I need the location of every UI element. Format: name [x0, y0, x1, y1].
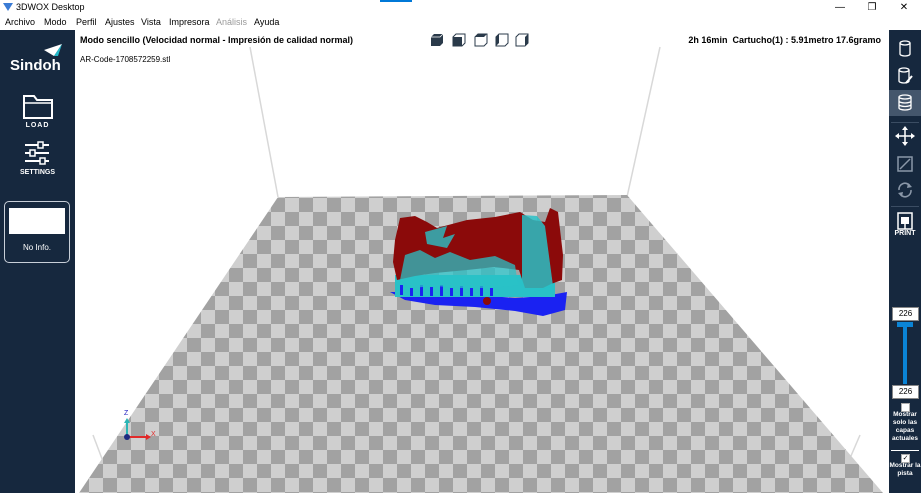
window-title: 3DWOX Desktop — [16, 2, 85, 12]
model-bit — [483, 297, 491, 305]
app-logo-icon — [3, 3, 13, 11]
show-track-label: Mostrar la pista — [889, 462, 921, 477]
menu-vista[interactable]: Vista — [141, 17, 161, 27]
layer-slider-fill — [903, 322, 907, 384]
left-sidebar: Sindoh LOAD SETTINGS No Info. — [0, 30, 75, 493]
settings-button[interactable]: SETTINGS — [10, 138, 65, 180]
axis-x-label: X — [151, 431, 156, 438]
mode-text: Modo sencillo (Velocidad normal - Impres… — [80, 35, 354, 45]
move-icon[interactable] — [889, 126, 921, 146]
print-button[interactable]: PRINT — [889, 212, 921, 240]
show-current-layers-label: Mostrar solo las capas actuales — [891, 411, 919, 442]
model-filename: AR-Code-1708572259.stl — [80, 55, 171, 64]
layer-slider-track[interactable] — [903, 322, 907, 384]
brand-mark-icon — [44, 44, 62, 56]
right-toolbar: PRINT 226 226 Mostrar solo las capas act… — [889, 30, 921, 493]
printer-icon — [897, 212, 913, 230]
menu-impresora[interactable]: Impresora — [169, 17, 210, 27]
info-preview — [9, 208, 65, 234]
print-time: 2h 16min — [688, 35, 728, 45]
minimize-button[interactable]: — — [825, 0, 855, 15]
restore-button[interactable]: ❐ — [857, 0, 887, 15]
layer-bottom-value[interactable]: 226 — [892, 385, 919, 399]
toolbar-separator — [891, 206, 919, 207]
layers-stack-icon — [898, 94, 912, 111]
view-right-icon[interactable] — [515, 33, 529, 47]
print-label: PRINT — [894, 230, 916, 237]
load-label: LOAD — [25, 122, 50, 129]
rotate-icon[interactable] — [889, 180, 921, 200]
build-scene[interactable] — [75, 30, 889, 493]
settings-label: SETTINGS — [19, 169, 55, 176]
close-button[interactable]: ✕ — [889, 0, 919, 15]
folder-icon — [23, 95, 53, 119]
menu-bar: Archivo Modo Perfil Ajustes Vista Impres… — [0, 15, 921, 30]
layer-top-value[interactable]: 226 — [892, 307, 919, 321]
view-front-icon[interactable] — [452, 33, 466, 47]
menu-archivo[interactable]: Archivo — [5, 17, 35, 27]
title-bar: 3DWOX Desktop — ❐ ✕ — [0, 0, 921, 15]
menu-perfil[interactable]: Perfil — [76, 17, 97, 27]
info-text: No Info. — [22, 243, 51, 252]
cartridge-usage: Cartucho(1) : 5.91metro 17.6gramo — [732, 35, 881, 45]
volume-edge — [626, 46, 661, 198]
load-button[interactable]: LOAD — [10, 90, 65, 134]
toolbar-separator — [891, 122, 919, 123]
brand-name: Sindoh — [10, 57, 61, 74]
menu-ayuda[interactable]: Ayuda — [254, 17, 279, 27]
menu-ajustes[interactable]: Ajustes — [105, 17, 135, 27]
title-accent — [380, 0, 412, 2]
sliders-icon — [25, 141, 49, 165]
brand-logo: Sindoh — [8, 44, 68, 74]
volume-edge — [249, 46, 279, 198]
print-estimate: 2h 16min Cartucho(1) : 5.91metro 17.6gra… — [688, 35, 881, 45]
3d-viewport[interactable]: Z X Modo sencillo (Velocidad normal - Im… — [75, 30, 889, 493]
layer-slider-thumb[interactable] — [897, 322, 913, 327]
info-panel: No Info. — [4, 201, 70, 263]
view-top-icon[interactable] — [474, 33, 488, 47]
view-left-icon[interactable] — [495, 33, 509, 47]
cartridge-icon[interactable] — [889, 39, 921, 59]
axis-z-label: Z — [124, 410, 129, 417]
view-solid-icon[interactable] — [430, 33, 444, 47]
menu-analisis[interactable]: Análisis — [216, 17, 247, 27]
layer-view-button[interactable] — [889, 90, 921, 116]
menu-modo[interactable]: Modo — [44, 17, 67, 27]
cartridge-edit-icon[interactable] — [889, 66, 921, 86]
option-divider — [891, 450, 919, 451]
scale-icon[interactable] — [889, 154, 921, 174]
